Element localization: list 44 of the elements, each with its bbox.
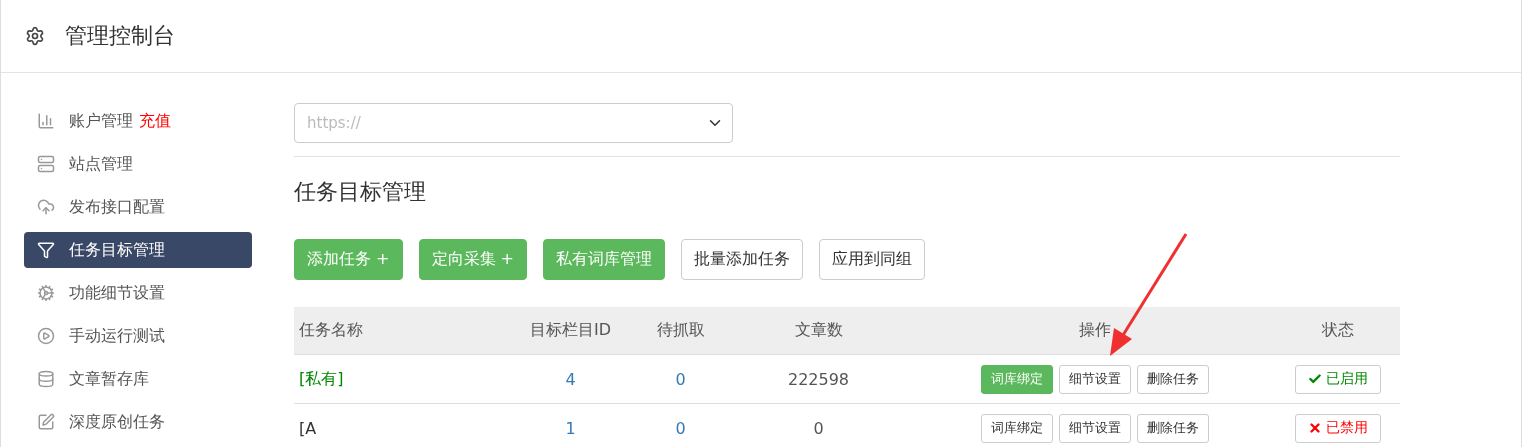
column-header: 待抓取 [638, 307, 724, 355]
filter-icon [37, 241, 55, 259]
pending-cell: 0 [638, 403, 724, 447]
database-icon [37, 370, 55, 388]
sidebar-item[interactable]: 账户管理 充值 [24, 103, 252, 139]
settings-icon [25, 26, 45, 46]
cross-icon [1308, 421, 1322, 435]
sidebar-item[interactable]: 功能细节设置 [24, 275, 252, 311]
action-button[interactable]: 细节设置 [1059, 413, 1131, 443]
article-count: 0 [724, 403, 914, 447]
column-header: 文章数 [724, 307, 914, 355]
console-title: 管理控制台 [65, 22, 175, 50]
task-name-link[interactable]: [私有] [294, 354, 504, 404]
sidebar-item[interactable]: 文章暂存库 [24, 361, 252, 397]
action-button[interactable]: 删除任务 [1137, 413, 1209, 443]
task-name: [A [294, 403, 504, 447]
status-button[interactable]: 已启用 [1295, 364, 1381, 394]
toolbar-button[interactable]: 批量添加任务 [681, 239, 803, 280]
play-icon [37, 327, 55, 345]
pending-cell: 0 [638, 354, 724, 404]
status-button[interactable]: 已禁用 [1295, 413, 1381, 443]
column-header: 操作 [914, 307, 1276, 355]
toolbar-button[interactable]: 应用到同组 [819, 239, 925, 280]
sidebar-item[interactable]: 任务目标管理 [24, 232, 252, 268]
bar-chart-icon [37, 112, 55, 130]
sidebar-item[interactable]: 深度原创任务 [24, 404, 252, 440]
sidebar-item[interactable]: 站点管理 [24, 146, 252, 182]
target-id-link[interactable]: 4 [504, 354, 638, 404]
target-id-link[interactable]: 1 [504, 403, 638, 447]
check-icon [1308, 372, 1322, 386]
article-count: 222598 [724, 354, 914, 404]
column-header: 任务名称 [294, 307, 504, 355]
action-button[interactable]: 词库绑定 [981, 413, 1053, 443]
cloud-upload-icon [37, 198, 55, 216]
sidebar-item[interactable]: 手动运行测试 [24, 318, 252, 354]
server-icon [37, 155, 55, 173]
edit-icon [37, 413, 55, 431]
column-header: 状态 [1276, 307, 1400, 355]
action-button[interactable]: 删除任务 [1137, 364, 1209, 394]
action-button[interactable]: 细节设置 [1059, 364, 1131, 394]
sidebar-item[interactable]: 发布接口配置 [24, 189, 252, 225]
gears-icon [37, 284, 55, 302]
column-header: 目标栏目ID [504, 307, 638, 355]
page-title: 任务目标管理 [294, 178, 427, 206]
